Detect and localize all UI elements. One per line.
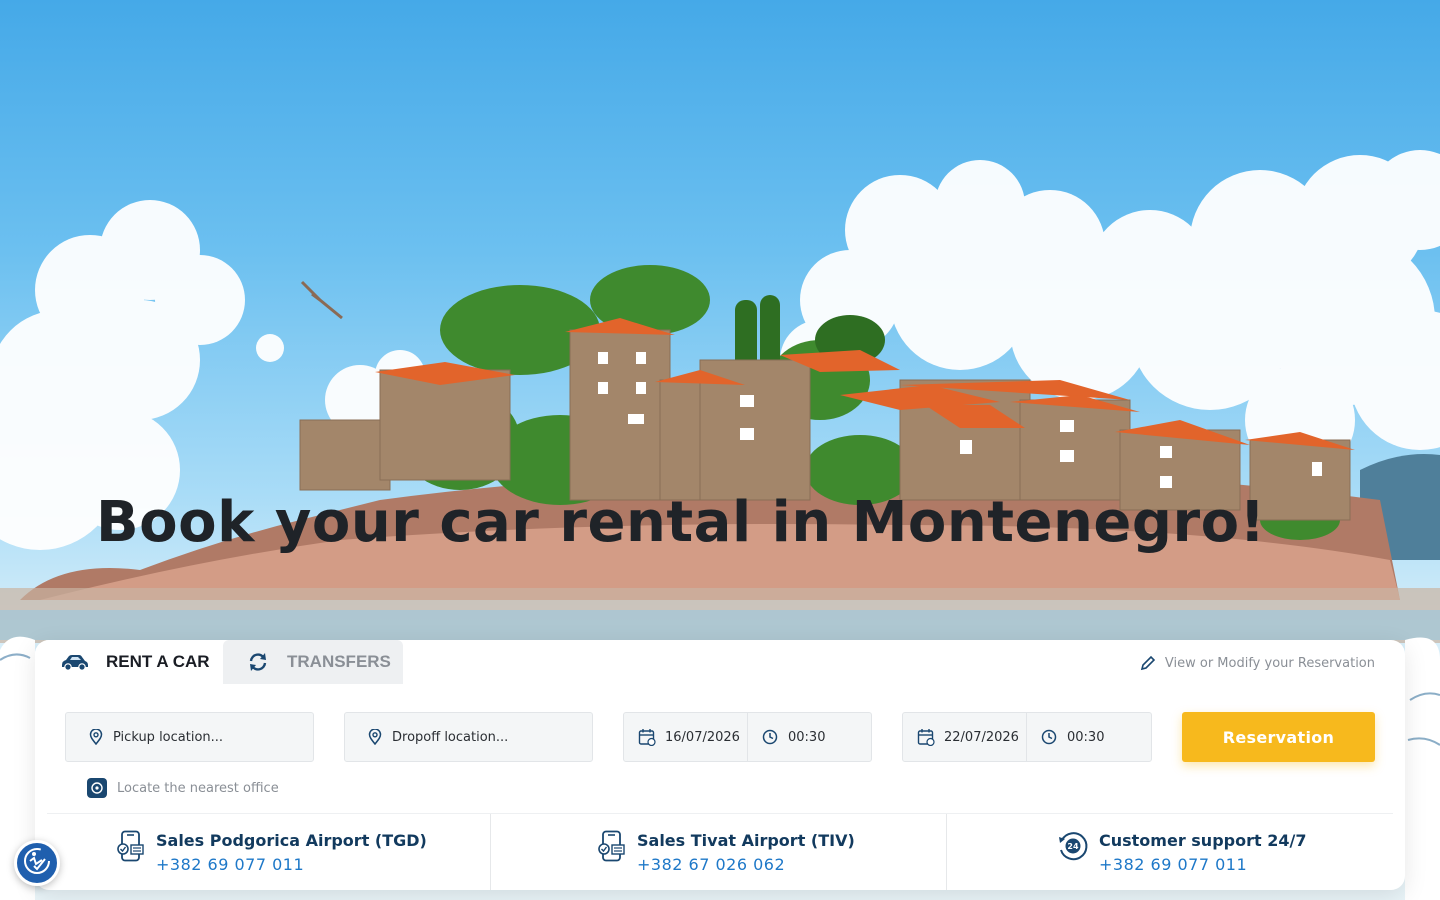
dropoff-time-value: 00:30 [1067, 729, 1105, 745]
view-modify-reservation-label: View or Modify your Reservation [1164, 655, 1375, 671]
dropoff-date-value: 22/07/2026 [944, 729, 1019, 745]
pickup-date-value: 16/07/2026 [665, 729, 740, 745]
pickup-date-input[interactable]: 16/07/2026 [624, 713, 748, 761]
calendar-icon [917, 728, 935, 746]
tab-rent-a-car[interactable]: RENT A CAR [35, 640, 223, 684]
map-pin-icon [368, 729, 382, 745]
contact-phone-link[interactable]: +382 69 077 011 [156, 855, 304, 874]
clock-icon [762, 729, 778, 745]
tab-transfers[interactable]: TRANSFERS [223, 640, 403, 684]
contact-title: Sales Tivat Airport (TIV) [637, 831, 855, 850]
pickup-time-value: 00:30 [788, 729, 826, 745]
contact-title: Customer support 24/7 [1099, 831, 1307, 850]
contact-phone-link[interactable]: +382 69 077 011 [1099, 855, 1247, 874]
reservation-button[interactable]: Reservation [1182, 712, 1375, 762]
contact-podgorica: Sales Podgorica Airport (TGD) +382 69 07… [47, 814, 491, 890]
clock-icon [1041, 729, 1057, 745]
locate-nearest-office-label: Locate the nearest office [117, 780, 279, 796]
pickup-time-input[interactable]: 00:30 [748, 713, 825, 761]
pickup-location-field[interactable]: Pickup location... [65, 712, 314, 762]
contact-title: Sales Podgorica Airport (TGD) [156, 831, 427, 850]
locate-icon [87, 778, 107, 798]
dropoff-location-field[interactable]: Dropoff location... [344, 712, 593, 762]
accessibility-button[interactable] [14, 840, 60, 886]
locate-nearest-office-link[interactable]: Locate the nearest office [87, 778, 279, 798]
pickup-location-placeholder: Pickup location... [113, 729, 224, 745]
tab-rent-a-car-label: RENT A CAR [106, 652, 210, 671]
accessibility-icon [22, 846, 52, 880]
booking-card: RENT A CAR TRANSFERS View or Modify your… [35, 640, 1405, 890]
car-icon [60, 651, 90, 673]
contact-phone-link[interactable]: +382 67 026 062 [637, 855, 785, 874]
dropoff-time-input[interactable]: 00:30 [1027, 713, 1104, 761]
map-pin-icon [89, 729, 103, 745]
view-modify-reservation-link[interactable]: View or Modify your Reservation [1140, 655, 1375, 671]
contact-support: 24 Customer support 24/7 +382 69 077 011 [947, 814, 1393, 890]
dropoff-location-placeholder: Dropoff location... [392, 729, 509, 745]
hero-headline: Book your car rental in Montenegro! [96, 490, 1266, 555]
pickup-datetime-field: 16/07/2026 00:30 [623, 712, 872, 762]
pencil-icon [1140, 655, 1156, 671]
tab-transfers-label: TRANSFERS [287, 652, 391, 671]
dropoff-datetime-field: 22/07/2026 00:30 [902, 712, 1152, 762]
phone-sales-icon [117, 830, 145, 866]
contact-tivat: Sales Tivat Airport (TIV) +382 67 026 06… [491, 814, 947, 890]
dropoff-date-input[interactable]: 22/07/2026 [903, 713, 1027, 761]
support-24-icon: 24 [1057, 830, 1089, 866]
calendar-icon [638, 728, 656, 746]
svg-text:24: 24 [1067, 842, 1079, 851]
contacts-bar: Sales Podgorica Airport (TGD) +382 69 07… [47, 813, 1393, 890]
refresh-icon [247, 651, 277, 673]
phone-sales-icon [598, 830, 626, 866]
